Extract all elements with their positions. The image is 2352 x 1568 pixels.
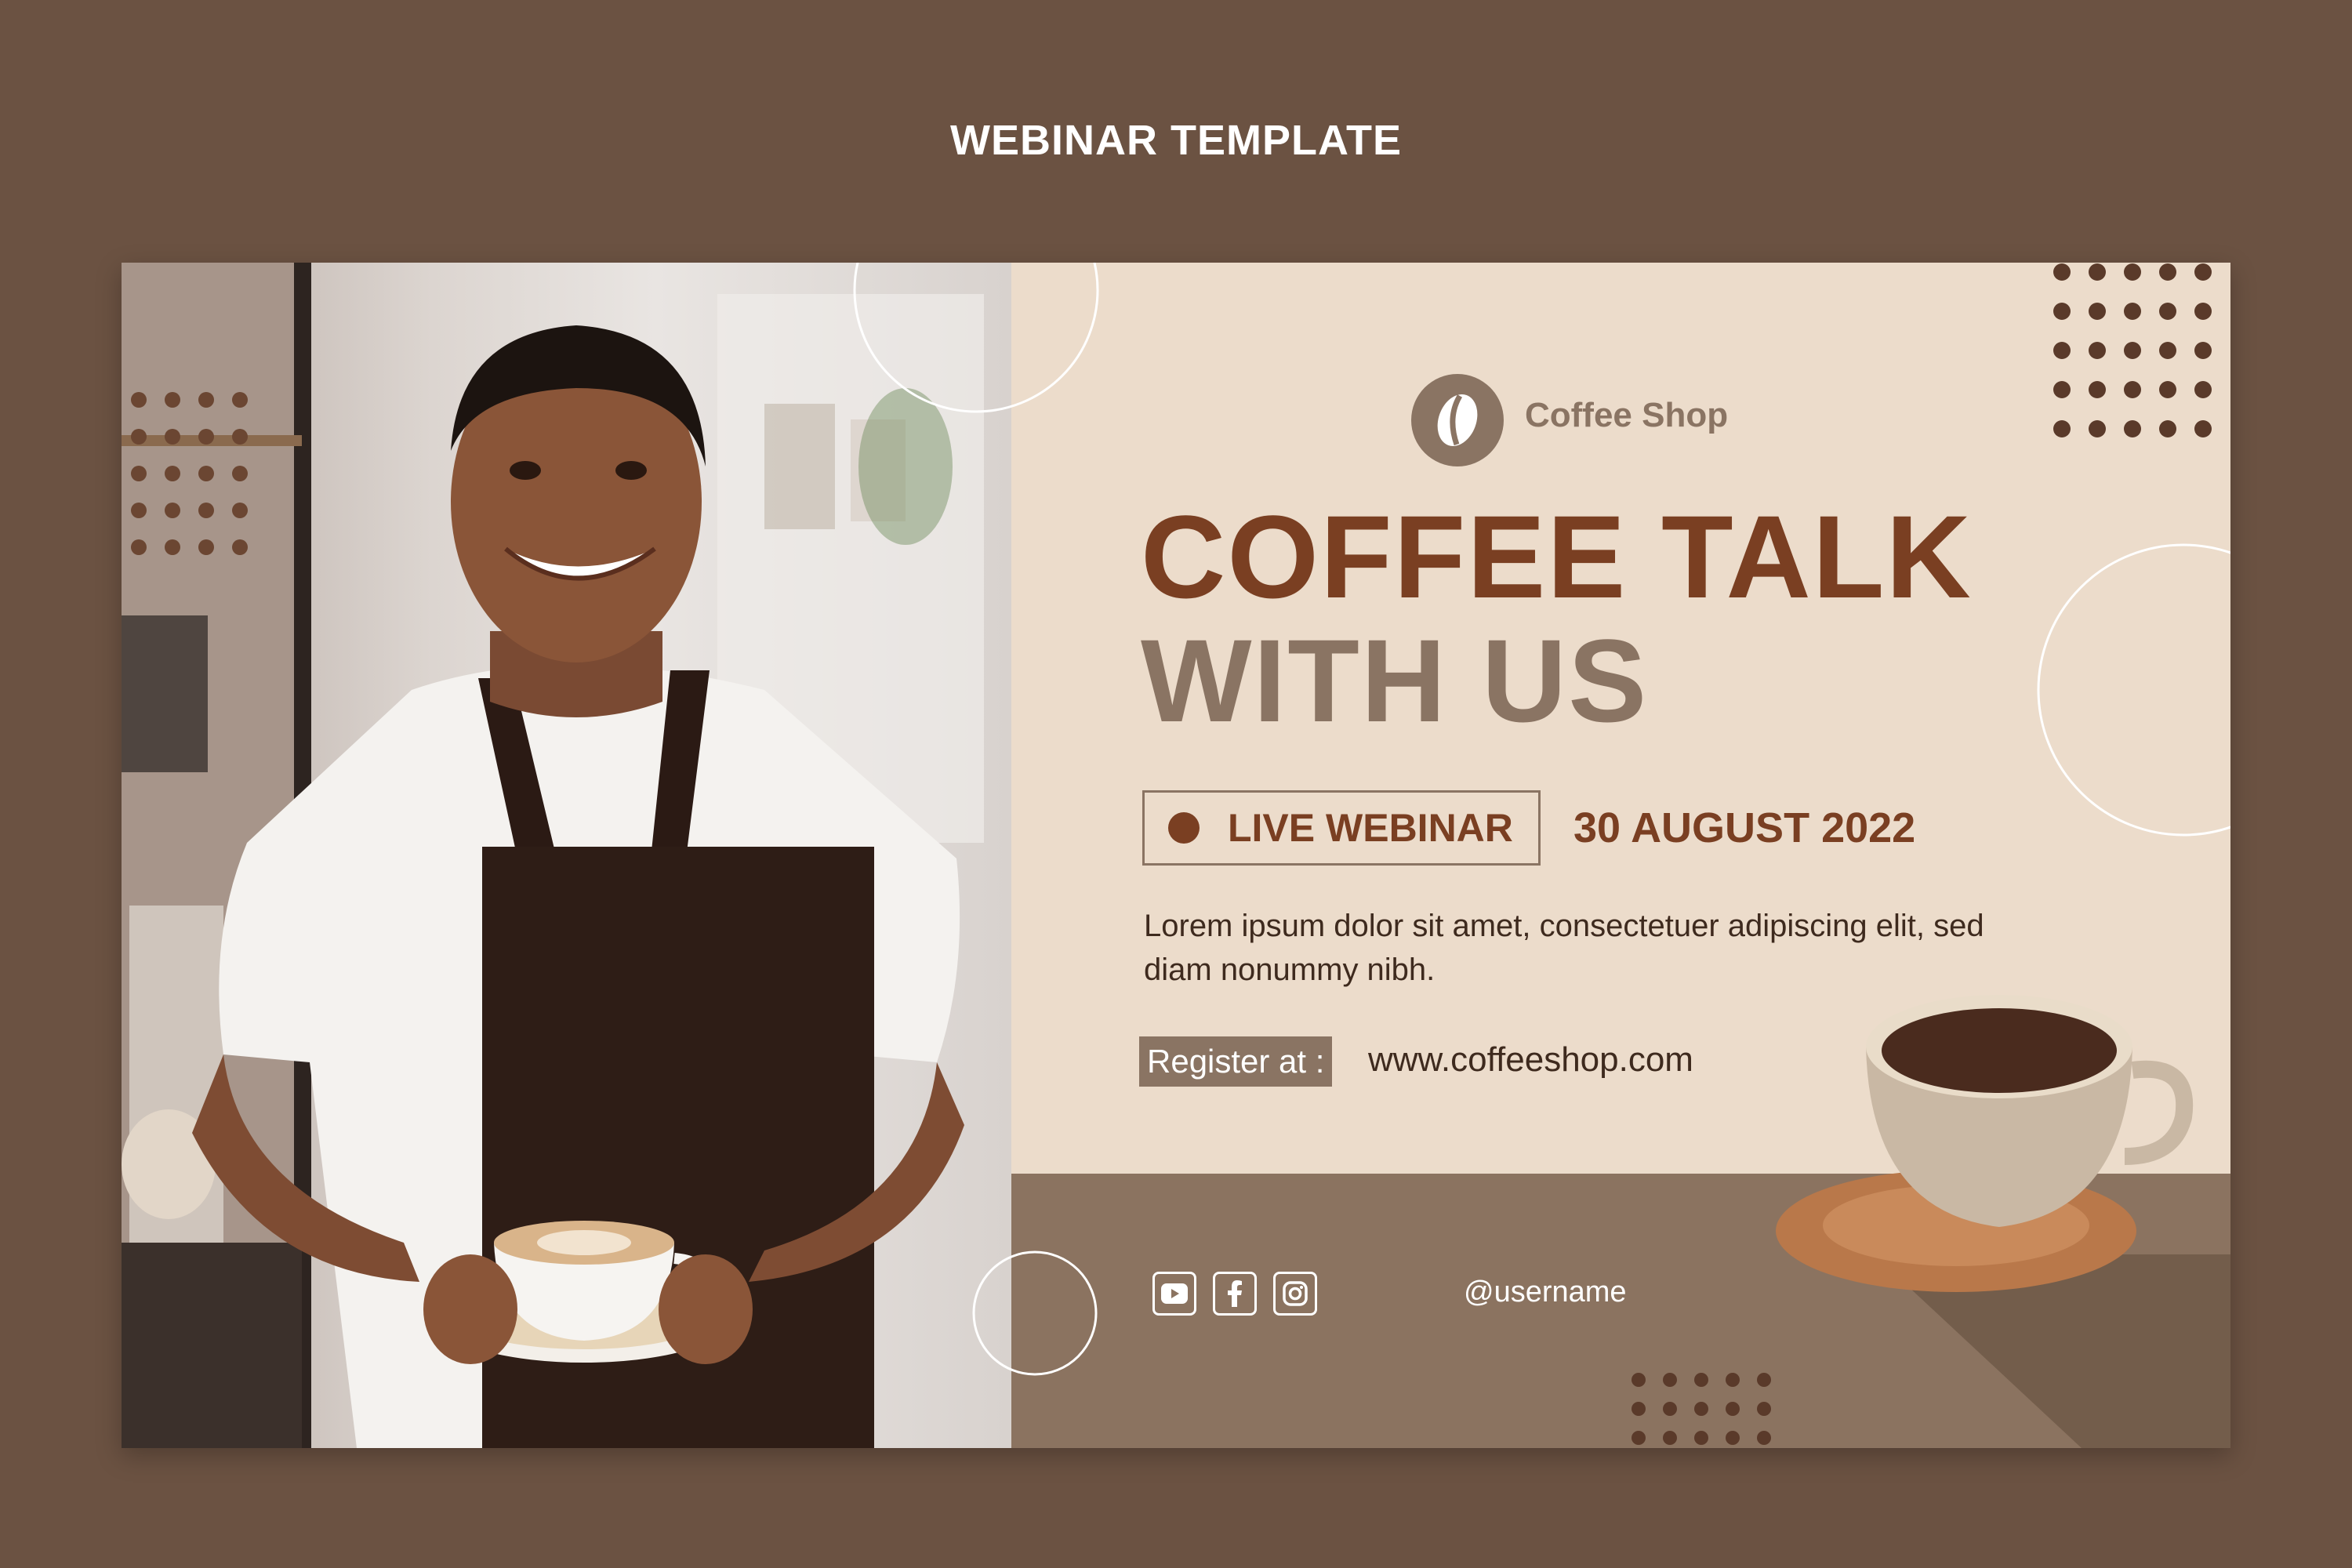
- barista-photo: [122, 263, 1011, 1448]
- outline-circle-right: [2037, 543, 2230, 837]
- register-label: Register at :: [1139, 1036, 1333, 1087]
- event-description: Lorem ipsum dolor sit amet, consectetuer…: [1144, 909, 1984, 987]
- dot-grid-top-right: [2053, 263, 2212, 437]
- live-webinar-label: LIVE WEBINAR: [1228, 806, 1513, 850]
- headline-line-1: COFFEE TALK: [1141, 491, 1973, 622]
- page-title: WEBINAR TEMPLATE: [950, 117, 1402, 164]
- register-url-link[interactable]: www.coffeeshop.com: [1368, 1040, 1693, 1080]
- live-webinar-badge: LIVE WEBINAR: [1142, 790, 1541, 866]
- coffee-bean-icon: [1437, 394, 1478, 446]
- live-dot-icon: [1168, 812, 1200, 844]
- facebook-icon[interactable]: [1213, 1272, 1257, 1316]
- brand-logo: [1411, 374, 1504, 466]
- instagram-icon[interactable]: [1273, 1272, 1317, 1316]
- social-username: @username: [1464, 1276, 1627, 1308]
- brand-name: Coffee Shop: [1525, 396, 1729, 434]
- webinar-banner: Coffee Shop COFFEE TALK WITH US LIVE WEB…: [122, 263, 2230, 1448]
- youtube-icon[interactable]: [1152, 1272, 1196, 1316]
- headline-line-2: WITH US: [1141, 615, 1649, 746]
- event-date: 30 AUGUST 2022: [1573, 804, 1916, 851]
